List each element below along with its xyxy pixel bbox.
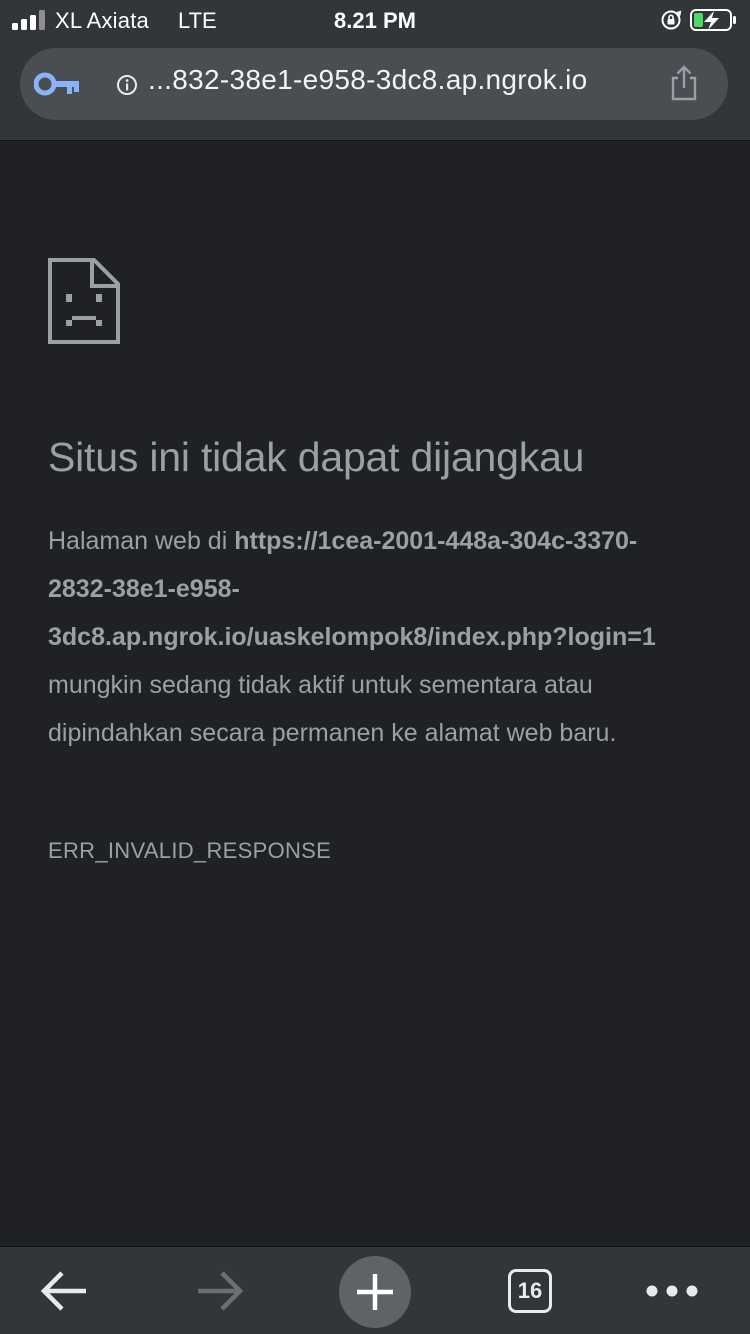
tab-switcher-button[interactable]: 16	[498, 1259, 562, 1323]
top-toolbar: XL Axiata LTE 8.21 PM ...832-38e1-e958-3…	[0, 0, 750, 141]
forward-arrow-icon	[198, 1271, 244, 1311]
status-time: 8.21 PM	[334, 8, 416, 33]
url-text[interactable]: ...832-38e1-e958-3dc8.ap.ngrok.io	[148, 64, 588, 96]
error-body-suffix: mungkin sedang tidak aktif untuk sementa…	[48, 671, 617, 747]
bottom-toolbar: 16	[0, 1246, 750, 1334]
error-title: Situs ini tidak dapat dijangkau	[48, 434, 585, 480]
status-bar: XL Axiata LTE 8.21 PM	[0, 0, 750, 40]
error-description: Halaman web di https://1cea-2001-448a-30…	[48, 517, 698, 757]
back-arrow-icon	[40, 1271, 86, 1311]
error-content	[48, 258, 688, 344]
error-code: ERR_INVALID_RESPONSE	[48, 838, 332, 863]
address-bar[interactable]: ...832-38e1-e958-3dc8.ap.ngrok.io	[20, 48, 728, 120]
back-button[interactable]	[32, 1259, 96, 1323]
battery-charging-icon	[690, 9, 736, 31]
share-icon[interactable]	[668, 64, 700, 102]
browser-screen: XL Axiata LTE 8.21 PM ...832-38e1-e958-3…	[0, 0, 750, 1334]
rotation-lock-icon	[661, 10, 682, 30]
tab-count: 16	[508, 1269, 552, 1313]
plus-icon	[357, 1274, 393, 1310]
sad-page-icon	[48, 258, 120, 344]
info-icon[interactable]	[116, 74, 138, 96]
more-menu-button[interactable]	[640, 1259, 704, 1323]
error-body-prefix: Halaman web di	[48, 527, 235, 555]
more-dots-icon	[646, 1285, 698, 1297]
key-icon[interactable]	[34, 70, 82, 98]
forward-button[interactable]	[188, 1259, 252, 1323]
new-tab-button[interactable]	[339, 1256, 411, 1328]
